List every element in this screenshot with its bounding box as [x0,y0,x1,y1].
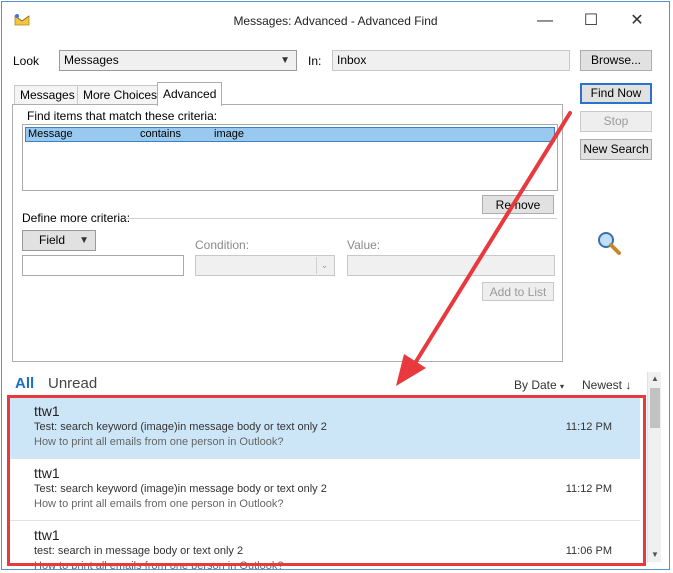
annotation-arrow-icon [396,111,572,386]
tab-advanced[interactable]: Advanced [157,82,223,106]
